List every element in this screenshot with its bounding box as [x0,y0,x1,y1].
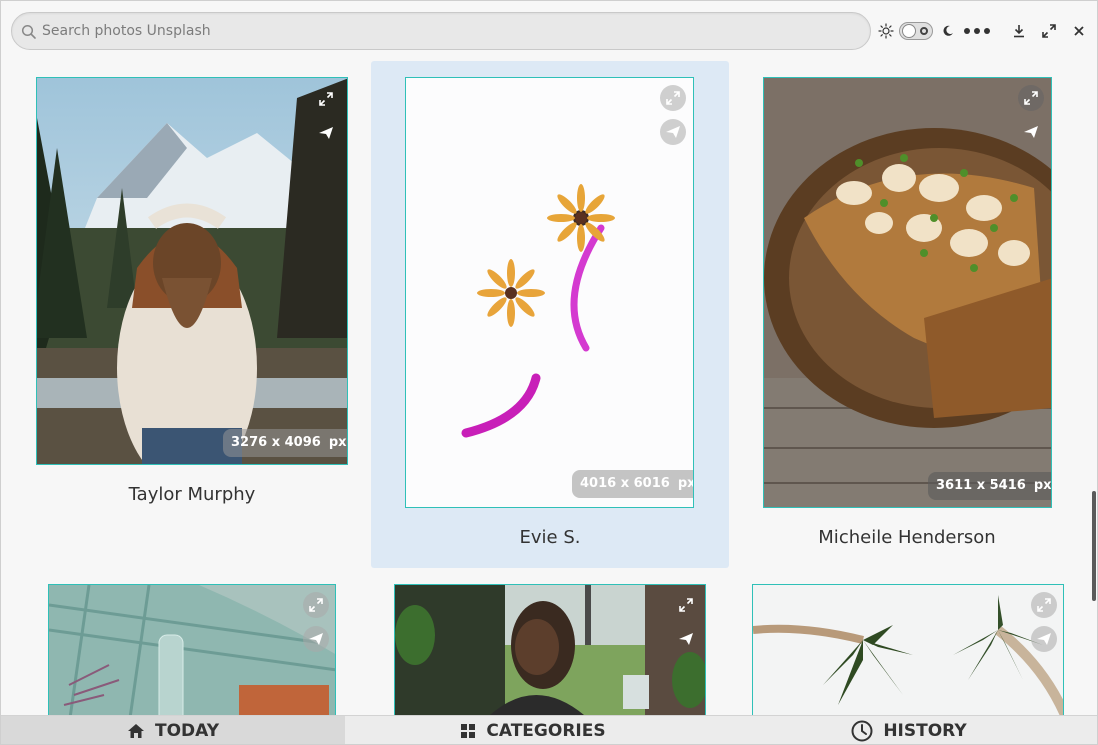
photo-author[interactable]: Evie S. [371,527,729,548]
photo-thumbnail[interactable]: 4016 x 6016 px [405,77,694,508]
photo-author[interactable]: Taylor Murphy [21,484,363,505]
dimensions-text: 4016 x 6016 [580,476,670,491]
search-icon [21,24,36,39]
tab-today[interactable]: TODAY [1,716,345,744]
photo-image [37,78,347,464]
dimensions-unit: px [1033,478,1052,493]
tab-history-label: HISTORY [883,721,967,741]
photo-image [406,78,693,507]
photo-thumbnail[interactable] [752,584,1064,715]
header-bar [1,1,1097,61]
search-bar[interactable] [11,12,871,50]
app-window: 3276 x 4096 px Taylor Murphy [0,0,1098,745]
search-input[interactable] [42,13,862,49]
grid-icon [461,724,476,738]
scrollbar-thumb[interactable] [1092,491,1096,601]
send-icon[interactable] [313,120,339,146]
dimensions-badge: 4016 x 6016 px [572,470,694,498]
photo-card-selected[interactable]: 4016 x 6016 px Evie S. [371,61,729,568]
moon-icon [941,24,955,38]
dimensions-unit: px [677,476,694,491]
fullscreen-icon[interactable] [303,592,329,618]
photo-card[interactable] [37,575,347,715]
more-icon[interactable] [963,25,991,37]
photo-thumbnail[interactable]: 3276 x 4096 px [36,77,348,465]
toggle-knob [902,24,916,38]
photo-image [753,585,1063,715]
photo-image [49,585,335,715]
photo-card[interactable] [741,575,1075,715]
tab-history[interactable]: HISTORY [721,716,1097,744]
close-icon[interactable] [1071,23,1087,39]
dimensions-text: 3611 x 5416 [936,478,1026,493]
dimensions-badge: 3611 x 5416 px [928,472,1052,500]
tab-categories-label: CATEGORIES [486,721,606,741]
send-icon[interactable] [660,119,686,145]
photo-thumbnail[interactable] [48,584,336,715]
send-icon[interactable] [1018,119,1044,145]
photo-card[interactable]: 3276 x 4096 px Taylor Murphy [21,61,363,531]
tab-today-label: TODAY [155,721,219,741]
send-icon[interactable] [673,626,699,652]
maximize-icon[interactable] [1041,23,1057,39]
fullscreen-icon[interactable] [1018,85,1044,111]
tab-categories[interactable]: CATEGORIES [345,716,721,744]
dimensions-text: 3276 x 4096 [231,435,321,450]
theme-toggle[interactable] [899,22,933,40]
dimensions-unit: px [328,435,347,450]
photo-image [395,585,705,715]
photo-grid: 3276 x 4096 px Taylor Murphy 4016 x 6016… [1,61,1091,715]
download-icon[interactable] [1011,23,1027,39]
bottom-tab-bar: TODAY CATEGORIES HISTORY [1,715,1097,744]
home-icon [128,724,144,738]
fullscreen-icon[interactable] [660,85,686,111]
photo-author[interactable]: Micheile Henderson [741,527,1073,548]
sun-icon [878,23,894,39]
fullscreen-icon[interactable] [1031,592,1057,618]
photo-card[interactable] [383,575,717,715]
photo-thumbnail[interactable]: 3611 x 5416 px [763,77,1052,508]
photo-card[interactable]: 3611 x 5416 px Micheile Henderson [741,61,1073,568]
fullscreen-icon[interactable] [673,592,699,618]
toggle-indicator [920,27,928,35]
photo-image [764,78,1051,507]
clock-icon [851,720,873,742]
send-icon[interactable] [303,626,329,652]
dimensions-badge: 3276 x 4096 px [223,429,347,457]
fullscreen-icon[interactable] [313,86,339,112]
send-icon[interactable] [1031,626,1057,652]
photo-thumbnail[interactable] [394,584,706,715]
